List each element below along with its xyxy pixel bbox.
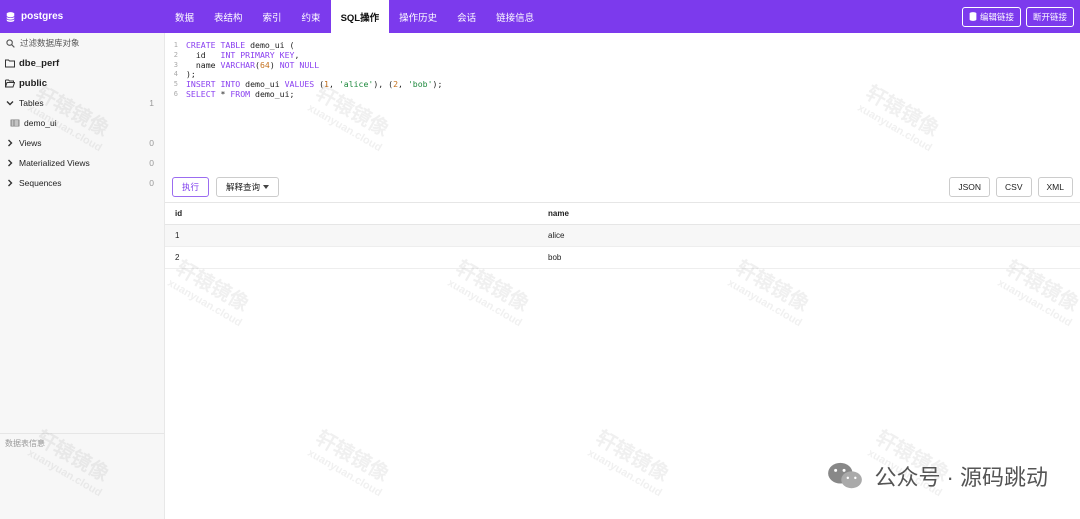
sidebar: 过滤数据库对象 dbe_perf public Tables 1 demo_ui…: [0, 33, 165, 519]
sidebar-item-mviews[interactable]: Materialized Views 0: [0, 153, 164, 173]
code-line: 1 CREATE TABLE demo_ui (: [165, 40, 1080, 51]
db-brand[interactable]: postgres: [0, 0, 165, 33]
object-filter-placeholder: 过滤数据库对象: [20, 38, 80, 48]
search-icon: [6, 38, 15, 48]
edit-connection-button[interactable]: 编辑链接: [961, 6, 1021, 27]
query-toolbar: 执行 解释查询 JSON CSV XML: [165, 171, 1080, 203]
results-table: id name 1 alice 2 bob: [165, 203, 1080, 269]
tab-sessions[interactable]: 会话: [447, 0, 486, 33]
database-icon: [6, 11, 15, 22]
chevron-down-icon: [6, 101, 14, 106]
column-header[interactable]: id: [165, 203, 538, 225]
line-number: 6: [173, 89, 178, 98]
code-line: 3 name VARCHAR(64) NOT NULL: [165, 60, 1080, 71]
top-actions: 编辑链接 断开链接: [961, 0, 1080, 33]
table-row[interactable]: 2 bob: [165, 246, 1080, 269]
tab-history[interactable]: 操作历史: [389, 0, 447, 33]
code-line: 5 INSERT INTO demo_ui VALUES (1, 'alice')…: [165, 79, 1080, 90]
mviews-label: Materialized Views: [19, 158, 90, 168]
tab-index[interactable]: 索引: [253, 0, 292, 33]
tab-constraints[interactable]: 约束: [292, 0, 331, 33]
table-info-panel: 数据表信息: [0, 433, 164, 453]
table-header-row: id name: [165, 203, 1080, 225]
folder-open-icon: [5, 79, 15, 88]
sidebar-item-demo-ui[interactable]: demo_ui: [0, 113, 164, 133]
line-number: 1: [173, 41, 178, 49]
mviews-count: 0: [149, 158, 154, 168]
sidebar-item-schema[interactable]: public: [0, 73, 164, 93]
tables-count: 1: [149, 98, 154, 108]
sidebar-item-sequences[interactable]: Sequences 0: [0, 173, 164, 193]
views-count: 0: [149, 138, 154, 148]
wechat-brand: 公众号 · 源码跳动: [826, 460, 1048, 492]
sequences-count: 0: [149, 178, 154, 188]
export-xml-button[interactable]: XML: [1037, 176, 1073, 197]
sequences-label: Sequences: [19, 178, 62, 188]
disconnect-label: 断开链接: [1032, 11, 1067, 22]
column-header[interactable]: name: [538, 203, 1080, 225]
export-buttons: JSON CSV XML: [943, 176, 1073, 197]
schema-label: public: [19, 77, 47, 89]
chevron-right-icon: [8, 179, 13, 187]
sidebar-item-views[interactable]: Views 0: [0, 133, 164, 153]
tab-conn-info[interactable]: 链接信息: [486, 0, 544, 33]
run-button[interactable]: 执行: [172, 176, 210, 197]
sidebar-item-tables[interactable]: Tables 1: [0, 93, 164, 113]
explain-label: 解释查询: [226, 181, 261, 192]
chevron-right-icon: [8, 159, 13, 167]
db-name: postgres: [21, 11, 64, 22]
table-cell[interactable]: bob: [538, 246, 1080, 269]
sql-editor[interactable]: 1 CREATE TABLE demo_ui ( 2 id INT PRIMARY…: [165, 33, 1080, 171]
caret-down-icon: [263, 184, 270, 189]
watermark: 轩辕镜像xuanyuan.cloud: [585, 427, 673, 500]
views-label: Views: [19, 138, 42, 148]
line-number: 4: [173, 70, 178, 79]
wechat-brand-label: 公众号 · 源码跳动: [874, 465, 1048, 490]
table-row[interactable]: 1 alice: [165, 224, 1080, 247]
disconnect-button[interactable]: 断开链接: [1025, 6, 1074, 27]
code-line: 6 SELECT * FROM demo_ui;: [165, 89, 1080, 100]
line-number: 3: [173, 60, 178, 69]
export-json-button[interactable]: JSON: [949, 176, 991, 197]
explain-button[interactable]: 解释查询: [216, 176, 280, 197]
db-label: dbe_perf: [19, 57, 60, 69]
tab-sql[interactable]: SQL操作: [330, 0, 390, 33]
tab-data[interactable]: 数据: [165, 0, 204, 33]
chevron-right-icon: [8, 139, 13, 147]
top-bar: postgres 数据 表结构 索引 约束 SQL操作 操作历史 会话 链接信息…: [0, 0, 1080, 33]
database-icon: [969, 12, 977, 21]
object-filter[interactable]: 过滤数据库对象: [0, 33, 164, 53]
table-cell[interactable]: 1: [165, 224, 538, 247]
sidebar-item-db[interactable]: dbe_perf: [0, 53, 164, 73]
line-number: 2: [173, 50, 178, 59]
table-cell[interactable]: alice: [538, 224, 1080, 247]
tables-label: Tables: [19, 98, 44, 108]
tab-structure[interactable]: 表结构: [204, 0, 253, 33]
watermark: 轩辕镜像xuanyuan.cloud: [305, 427, 393, 500]
main-tabs: 数据 表结构 索引 约束 SQL操作 操作历史 会话 链接信息: [165, 0, 544, 33]
folder-icon: [5, 59, 15, 68]
line-number: 5: [173, 80, 178, 89]
edit-connection-label: 编辑链接: [979, 11, 1014, 22]
wechat-icon: [828, 462, 863, 489]
export-csv-button[interactable]: CSV: [996, 176, 1032, 197]
table-item-label: demo_ui: [24, 118, 57, 128]
table-cell[interactable]: 2: [165, 246, 538, 269]
table-icon: [10, 119, 20, 127]
